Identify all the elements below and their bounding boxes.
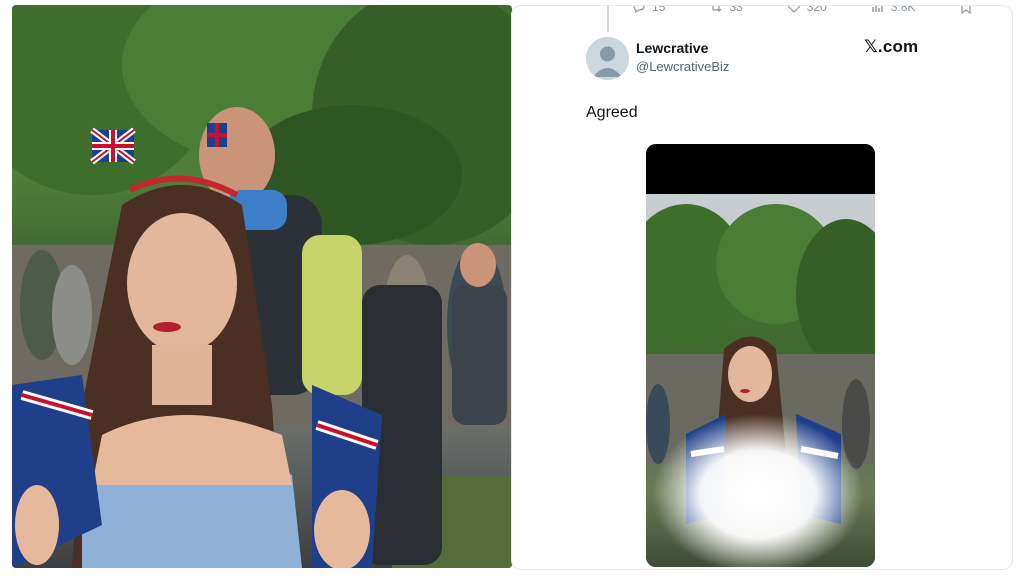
retweet-action[interactable]: 33 [709, 5, 743, 14]
views-icon [872, 6, 883, 12]
views-count: 3.8K [890, 5, 916, 14]
like-icon [787, 6, 800, 13]
default-avatar-icon [586, 37, 629, 80]
like-count: 320 [806, 5, 827, 14]
x-brand-label: 𝕏.com [864, 37, 919, 56]
author-handle[interactable]: @LewcrativeBiz [636, 59, 729, 74]
screenshot-canvas: 15 33 320 3.8K Lewcrative @LewcrativeBiz… [0, 0, 1024, 576]
media-photo [646, 194, 875, 567]
like-action[interactable]: 320 [787, 5, 827, 14]
tweet-card[interactable]: 15 33 320 3.8K Lewcrative @LewcrativeBiz… [511, 5, 1013, 570]
reply-icon [633, 6, 645, 14]
avatar[interactable] [586, 37, 629, 80]
media-black-bar [646, 144, 875, 194]
bookmark-icon [961, 6, 972, 14]
reply-action[interactable]: 15 [632, 5, 666, 14]
thread-line [607, 6, 609, 32]
tweet-action-bar: 15 33 320 3.8K [632, 5, 1012, 14]
bookmark-action[interactable] [959, 6, 973, 14]
retweet-icon [712, 6, 722, 12]
crowd-photo-illustration [12, 5, 512, 568]
retweet-count: 33 [729, 5, 743, 14]
tweet-text: Agreed [586, 104, 638, 121]
views-action[interactable]: 3.8K [871, 5, 916, 14]
media-photo-illustration [646, 204, 875, 567]
tweet-media[interactable] [646, 144, 875, 567]
reply-count: 15 [652, 5, 666, 14]
author-display-name[interactable]: Lewcrative [636, 40, 708, 56]
crowd-photo [12, 5, 512, 568]
